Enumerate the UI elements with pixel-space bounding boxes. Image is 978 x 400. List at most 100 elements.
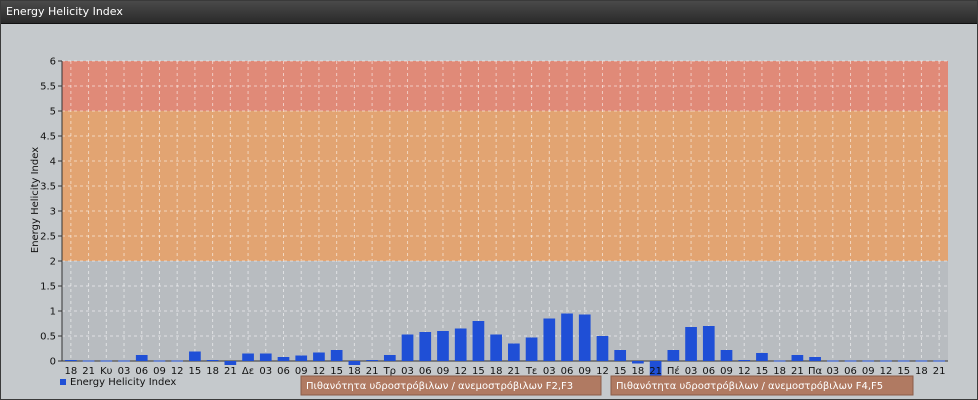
x-tick-label: 09 [720,366,733,377]
x-tick-label: Τρ [383,366,396,377]
x-tick-label: 18 [206,366,219,377]
bar [614,350,627,361]
bar [419,332,432,361]
bar [809,357,821,361]
bar [720,350,733,361]
bar [454,328,467,361]
bar [667,350,680,361]
x-tick-label: 15 [330,366,343,377]
x-tick-label: 12 [454,366,467,377]
bar [915,360,928,362]
bar [295,355,308,361]
x-tick-label: Πέ [667,365,680,377]
bar [100,360,113,362]
x-tick-label: 09 [862,366,875,377]
x-tick-label: 15 [897,366,910,377]
x-tick-label: 09 [153,366,166,377]
bar [135,355,148,361]
window-title: Energy Helicity Index [6,5,123,18]
y-tick-label: 4.5 [40,132,56,143]
x-tick-label: 15 [472,366,485,377]
band-f2f3-label: Πιθανότητα υδροστρόβιλων / ανεμοστρόβιλω… [306,380,573,392]
bar [82,360,95,362]
bar [330,350,343,361]
x-tick-label: 15 [614,366,627,377]
y-tick-label: 5 [50,107,56,118]
x-tick-label: 03 [118,366,131,377]
legend-label: Energy Helicity Index [70,377,176,388]
bar [65,360,77,361]
y-tick-label: 0 [50,357,56,368]
x-tick-label: 03 [259,366,272,377]
y-tick-label: 1.5 [40,282,56,293]
bar [401,334,414,361]
bar [277,357,290,361]
x-tick-label: 21 [649,366,662,377]
x-tick-label: 21 [366,366,379,377]
bar [791,355,804,361]
x-tick-label: Δε [242,366,254,377]
y-tick-label: 4 [50,157,56,168]
x-tick-labels: 18 21 Κυ 03 06 09 12 15 18 21 Δε 03 06 09 12 15 18 21 Τρ 03… [64,365,945,377]
title-bar: Energy Helicity Index [1,1,977,24]
x-tick-label: 15 [756,366,769,377]
bar [578,314,591,361]
x-tick-label: 18 [632,366,645,377]
legend-swatch [60,379,66,385]
y-axis-label: Energy Helicity Index [30,147,41,253]
bar [383,355,396,361]
bar [933,360,945,362]
bar [756,353,768,361]
bar [897,360,910,362]
bar [437,331,449,361]
band-f4f5-label: Πιθανότητα υδροστρόβιλων / ανεμοστρόβιλω… [616,380,883,392]
x-tick-label: 06 [135,366,148,377]
bar [525,337,538,361]
bar [224,361,237,365]
bar [738,360,751,361]
energy-helicity-chart: 0 0.5 1 1.5 2 2.5 3 3.5 4 4.5 5 5.5 6 18 21 Κυ 03 06 09 12… [30,57,948,396]
bar [844,360,857,362]
x-tick-label: 06 [277,366,290,377]
y-tick-label: 1 [50,307,56,318]
bar [685,327,697,361]
x-tick-label: 12 [596,366,609,377]
bar [561,313,573,361]
bar [880,360,892,362]
x-tick-label: 21 [224,366,237,377]
x-tick-label: 18 [64,366,77,377]
bar [490,334,502,361]
bar [206,360,219,361]
bar [472,321,485,361]
x-tick-label: 18 [490,366,503,377]
x-tick-label: 06 [844,366,857,377]
legend: Energy Helicity Index [60,377,176,388]
x-tick-label: 06 [702,366,715,377]
bar [543,318,556,361]
x-tick-label: 21 [791,366,804,377]
x-tick-label: 06 [419,366,432,377]
x-tick-label: 12 [738,366,751,377]
x-tick-label: 15 [189,366,202,377]
bar [348,361,361,365]
x-tick-label: 18 [773,366,786,377]
bar [702,326,715,361]
bar [313,352,325,361]
x-tick-label: 18 [915,366,928,377]
bar [189,351,201,361]
bar [508,343,520,361]
bar [171,360,184,362]
x-tick-label: 21 [82,366,95,377]
y-tick-label: 6 [50,57,56,68]
y-tick-label: 2.5 [40,232,56,243]
x-tick-label: 03 [685,366,698,377]
x-tick-label: 09 [437,366,450,377]
x-tick-label: 06 [561,366,574,377]
x-tick-label: 03 [401,366,414,377]
x-tick-label: 09 [295,366,308,377]
x-tick-label: 09 [578,366,591,377]
bar [259,353,272,361]
bar [773,360,786,362]
x-tick-label: Κυ [100,366,113,377]
x-tick-label: 12 [313,366,326,377]
